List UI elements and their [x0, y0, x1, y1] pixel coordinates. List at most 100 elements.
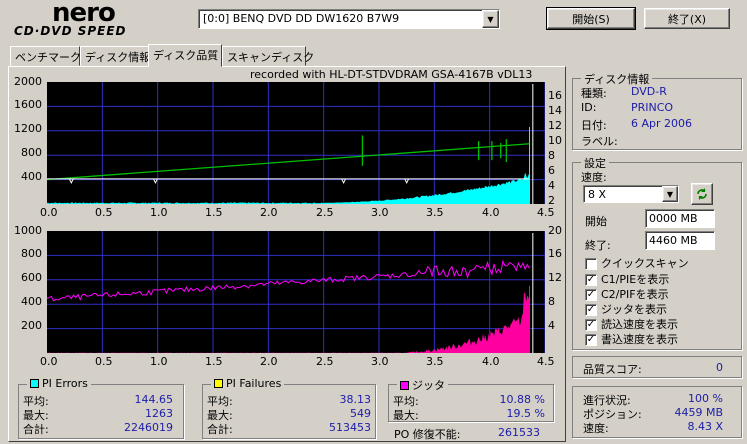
check-icon[interactable]: ✓ — [585, 334, 597, 346]
jitter-title-text: ジッタ — [412, 379, 445, 392]
quality-score-group: 品質スコア: 0 — [572, 356, 742, 378]
exit-button[interactable]: 終了(X) — [644, 8, 730, 29]
checkbox-label: クイックスキャン — [601, 257, 689, 270]
refresh-button[interactable] — [691, 183, 713, 205]
current-speed-label: 速度: — [583, 422, 609, 435]
show-c2-pif-checkbox[interactable]: ✓ C2/PIFを表示 — [585, 286, 669, 302]
check-icon[interactable]: ✓ — [585, 304, 597, 316]
disc-type-label: 種類: — [581, 87, 607, 100]
progress-group: 進行状況: 100 % ポジション: 4459 MB 速度: 8.43 X — [572, 386, 742, 438]
refresh-icon — [697, 188, 707, 200]
jitter-swatch — [400, 380, 409, 390]
tick-label: 3.0 — [371, 206, 389, 219]
show-read-speed-checkbox[interactable]: ✓ 読込速度を表示 — [585, 316, 678, 332]
end-label: 終了: — [585, 239, 611, 252]
check-icon[interactable]: ✓ — [585, 274, 597, 286]
disc-type-value: DVD-R — [631, 85, 667, 98]
start-input[interactable]: 0000 MB — [645, 209, 715, 228]
tick-label: 12 — [548, 271, 562, 284]
tick-label: 1.0 — [150, 355, 168, 368]
pi-failures-title: PI Failures — [211, 377, 285, 390]
pi-failures-title-text: PI Failures — [226, 377, 282, 390]
speed-label: 速度: — [581, 171, 607, 184]
end-input-value: 4460 MB — [649, 234, 698, 247]
po-unrecoverable-value: 261533 — [498, 426, 540, 439]
pi-failures-chart — [47, 231, 545, 353]
jitter-max: 19.5 % — [506, 407, 545, 420]
checkbox-label: 書込速度を表示 — [601, 333, 678, 346]
tick-label: 1000 — [14, 224, 42, 237]
chevron-down-icon[interactable]: ▼ — [662, 186, 678, 202]
checkbox-label: C1/PIEを表示 — [601, 273, 670, 286]
tick-label: 400 — [21, 170, 42, 183]
show-write-speed-checkbox[interactable]: ✓ 書込速度を表示 — [585, 331, 678, 347]
pi-failures-avg: 38.13 — [339, 393, 372, 406]
tick-label: 14 — [548, 104, 562, 117]
pi-errors-avg: 144.65 — [134, 393, 174, 406]
tick-label: 800 — [21, 146, 42, 159]
tick-label: 3.5 — [426, 355, 444, 368]
tab-disc-quality[interactable]: ディスク品質 — [148, 44, 222, 67]
recorded-with-label: recorded with HL-DT-STDVDRAM GSA-4167B v… — [250, 68, 533, 81]
pi-errors-area — [47, 172, 530, 204]
disc-id-value: PRINCO — [631, 101, 674, 114]
tick-label: 2.5 — [316, 206, 334, 219]
tick-label: 1.5 — [205, 355, 223, 368]
disc-id-label: ID: — [581, 101, 597, 114]
start-label: 開始 — [585, 215, 607, 228]
tick-label: 6 — [548, 164, 555, 177]
pi-errors-total-label: 合計: — [23, 423, 49, 436]
pi-failures-total-label: 合計: — [207, 423, 233, 436]
po-unrecoverable-label: PO 修復不能: — [394, 428, 461, 441]
jitter-title: ジッタ — [397, 377, 448, 393]
tick-label: 2000 — [14, 75, 42, 88]
tick-label: 200 — [21, 319, 42, 332]
exit-button-label: 終了(X) — [667, 12, 707, 26]
disc-label-label: ラベル: — [581, 135, 618, 148]
check-icon[interactable]: ✓ — [585, 319, 597, 331]
tick-label: 2.0 — [260, 355, 278, 368]
tick-label: 4 — [548, 179, 555, 192]
drive-select[interactable]: [0:0] BENQ DVD DD DW1620 B7W9 ▼ — [198, 9, 500, 29]
cd-dvd-speed-logo: CD·DVD SPEED — [14, 24, 127, 38]
jitter-group: ジッタ 平均: 10.88 % 最大: 19.5 % — [388, 377, 554, 422]
speed-select[interactable]: 8 X ▼ — [583, 185, 679, 203]
pi-errors-group: PI Errors 平均: 144.65 最大: 1263 合計: 224601… — [18, 377, 184, 439]
checkbox-box[interactable] — [585, 258, 597, 270]
current-speed-value: 8.43 X — [687, 420, 723, 433]
start-button[interactable]: 開始(S) — [546, 7, 636, 30]
pi-errors-title-text: PI Errors — [42, 377, 88, 390]
tick-label: 4 — [548, 319, 555, 332]
tick-label: 800 — [21, 247, 42, 260]
pi-failures-group: PI Failures 平均: 38.13 最大: 549 合計: 513453 — [202, 377, 376, 439]
tick-label: 0.5 — [95, 206, 113, 219]
quality-score-value: 0 — [716, 361, 723, 374]
jitter-max-label: 最大: — [393, 409, 419, 422]
start-input-value: 0000 MB — [649, 212, 698, 225]
show-jitter-checkbox[interactable]: ✓ ジッタを表示 — [585, 301, 667, 317]
pi-errors-chart — [47, 82, 545, 204]
pi-errors-swatch — [30, 379, 39, 388]
drive-select-value: [0:0] BENQ DVD DD DW1620 B7W9 — [203, 12, 400, 25]
tick-label: 1600 — [14, 98, 42, 111]
tick-label: 20 — [548, 224, 562, 237]
tick-label: 8 — [548, 295, 555, 308]
checkbox-label: C2/PIFを表示 — [601, 288, 669, 301]
quick-scan-checkbox[interactable]: クイックスキャン — [585, 255, 689, 271]
tick-label: 2.5 — [316, 355, 334, 368]
tick-label: 10 — [548, 134, 562, 147]
disc-date-label: 日付: — [581, 119, 607, 132]
show-c1-pie-checkbox[interactable]: ✓ C1/PIEを表示 — [585, 271, 669, 287]
tab-scan-disc[interactable]: スキャンディスク — [222, 46, 314, 66]
quality-score-label: 品質スコア: — [583, 363, 642, 376]
tick-label: 4.5 — [537, 355, 555, 368]
tick-label: 0.0 — [40, 355, 58, 368]
disc-date-value: 6 Apr 2006 — [631, 117, 693, 130]
tab-disc-info[interactable]: ディスク情報 — [80, 46, 150, 66]
end-input[interactable]: 4460 MB — [645, 231, 715, 250]
tick-label: 1200 — [14, 122, 42, 135]
check-icon[interactable]: ✓ — [585, 289, 597, 301]
tick-label: 4.0 — [482, 206, 500, 219]
chevron-down-icon[interactable]: ▼ — [482, 10, 499, 28]
tab-benchmark[interactable]: ベンチマーク — [10, 46, 81, 66]
